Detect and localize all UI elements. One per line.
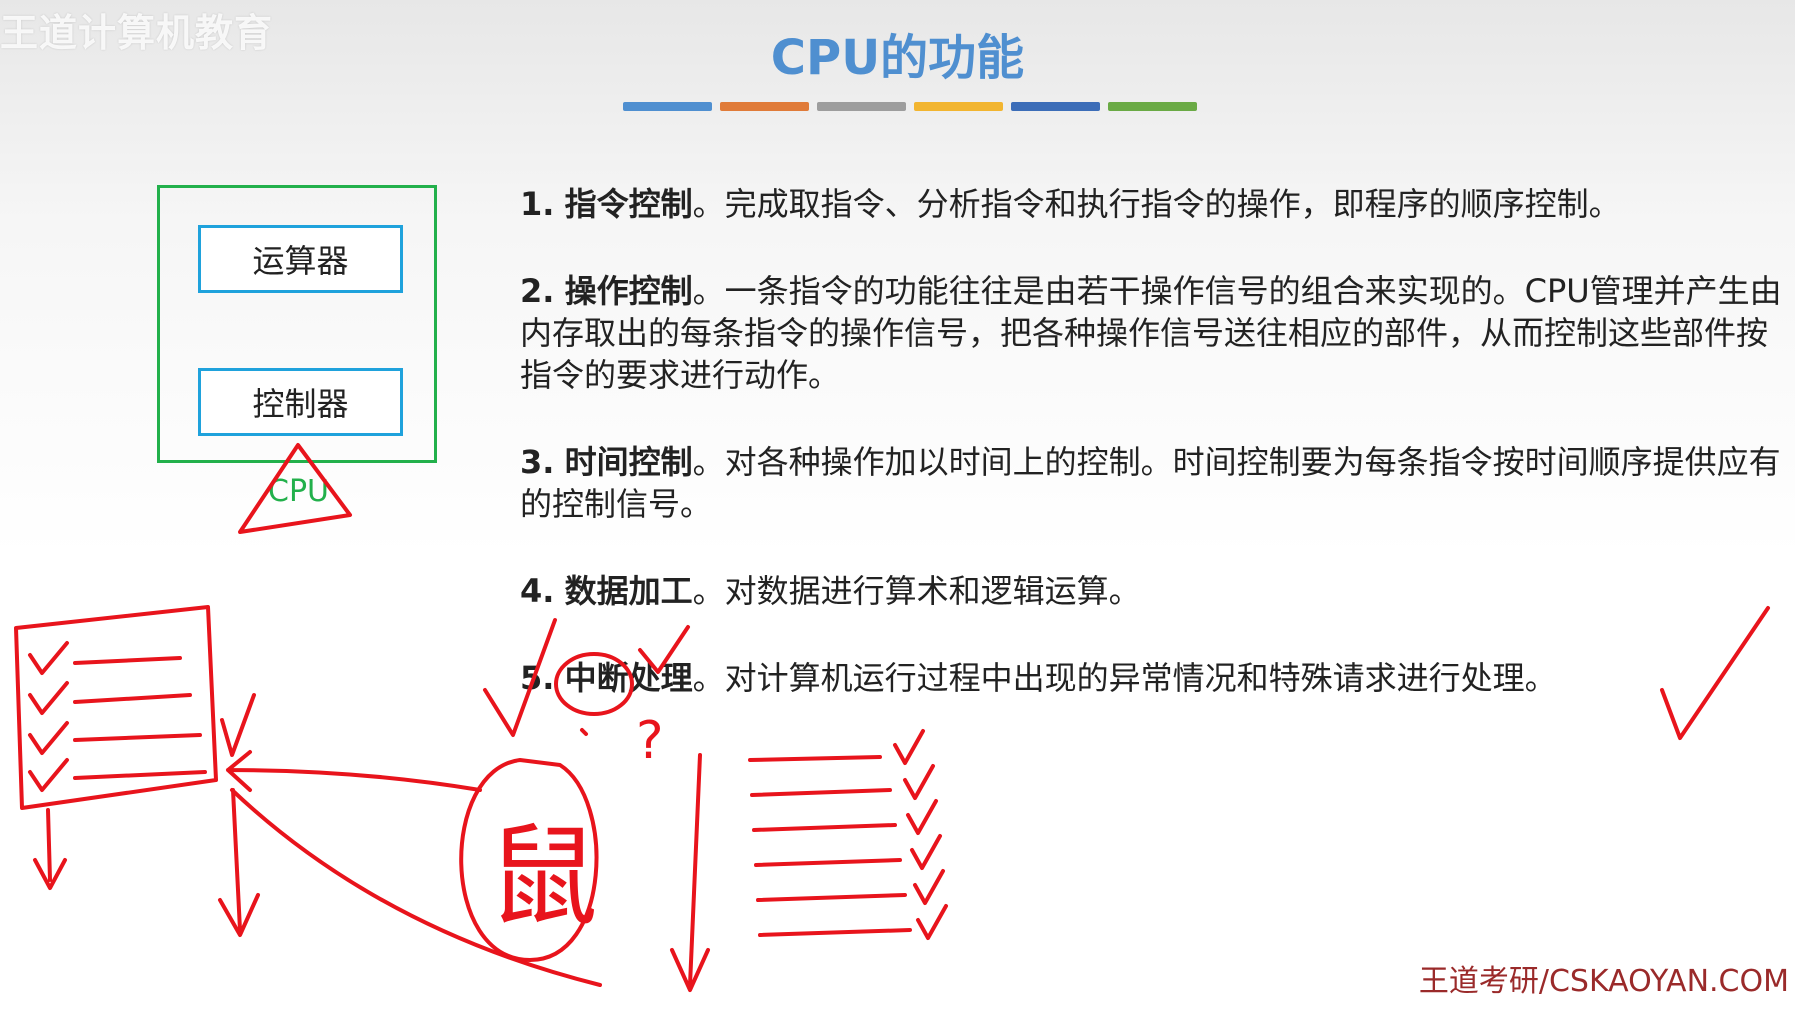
mouse-char: 鼠 [488,813,598,941]
function-item-2: 2. 操作控制。一条指令的功能往往是由若干操作信号的组合来实现的。CPU管理并产… [520,270,1785,396]
mouse-to-list-arrow [226,750,482,792]
title-bar-segment [1108,102,1197,111]
item-text: 。完成取指令、分析指令和执行指令的操作，即程序的顺序控制。 [692,185,1621,223]
list-down-arrow-right [218,788,260,937]
mouse-curve-arrow [230,788,602,987]
item-text: 。对数据进行算术和逻辑运算。 [692,572,1141,610]
title-color-bar [623,102,1197,111]
list-check [28,641,69,792]
item-number: 3. [520,443,555,481]
item-heading: 操作控制 [564,272,693,310]
list-down-arrow-left [33,808,67,890]
title-bar-segment [623,102,712,111]
task-list-sheet [14,605,218,810]
item-heading: 指令控制 [564,185,693,223]
title-bar-segment [914,102,1003,111]
function-list: 1. 指令控制。完成取指令、分析指令和执行指令的操作，即程序的顺序控制。 2. … [520,183,1785,699]
control-unit-box: 控制器 [198,368,403,436]
item-heading: 数据加工 [564,572,693,610]
title-bar-segment [817,102,906,111]
list-lines [73,656,207,780]
item-number: 2. [520,272,555,310]
function-item-1: 1. 指令控制。完成取指令、分析指令和执行指令的操作，即程序的顺序控制。 [520,183,1785,225]
item-number: 4. [520,572,555,610]
title-bar-segment [720,102,809,111]
footer-brand: 王道考研/CSKAOYAN.COM [1418,964,1789,999]
function-item-4: 4. 数据加工。对数据进行算术和逻辑运算。 [520,570,1785,612]
item-text: 。对计算机运行过程中出现的异常情况和特殊请求进行处理。 [692,659,1557,697]
mouse-circle [459,758,599,962]
question-dot [580,728,588,736]
item-heading: 中断处理 [564,659,693,697]
function-item-3: 3. 时间控制。对各种操作加以时间上的控制。时间控制要为每条指令按时间顺序提供应… [520,441,1785,525]
right-checks [893,729,948,940]
item-text: 。一条指令的功能往往是由若干操作信号的组合来实现的。CPU管理并产生由内存取出的… [520,272,1782,394]
item-number: 1. [520,185,555,223]
slide-title: CPU的功能 [770,30,1025,86]
function-item-5: 5. 中断处理。对计算机运行过程中出现的异常情况和特殊请求进行处理。 [520,657,1785,699]
cpu-diagram: 运算器 控制器 [157,185,437,463]
right-lines [748,755,912,937]
question-mark: ? [636,711,664,771]
item-text: 。对各种操作加以时间上的控制。时间控制要为每条指令按时间顺序提供应有的控制信号。 [520,443,1781,523]
long-down-arrow [670,753,710,992]
item-heading: 时间控制 [564,443,693,481]
cpu-label: CPU [268,474,329,509]
interrupt-check [220,693,256,757]
title-bar-segment [1011,102,1100,111]
alu-box: 运算器 [198,225,403,293]
item-number: 5. [520,659,555,697]
